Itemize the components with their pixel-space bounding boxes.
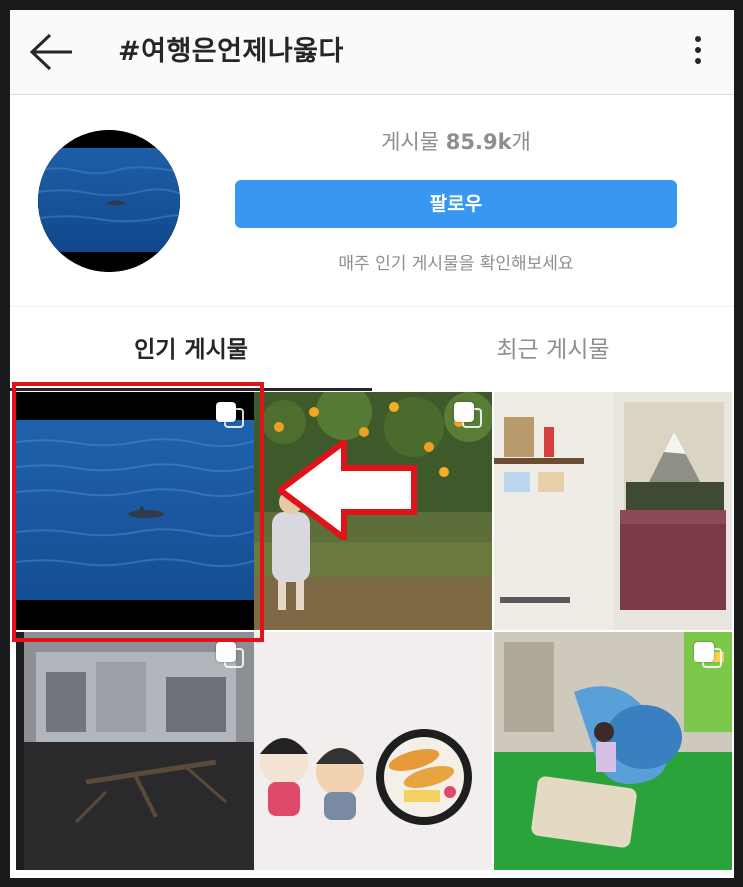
tab-recent-posts[interactable]: 최근 게시물: [372, 310, 734, 390]
posts-count: 게시물 85.9k개: [235, 126, 677, 158]
back-arrow-icon[interactable]: [28, 32, 76, 72]
follow-button[interactable]: 팔로우: [235, 180, 677, 228]
app-frame: #여행은언제나옳다 게시물 85.9k개 팔로우 매주 인기 게시물을 확인해보…: [10, 10, 734, 878]
grid-post-2[interactable]: [254, 392, 492, 630]
multi-image-icon: [216, 642, 244, 670]
top-bar: #여행은언제나옳다: [10, 10, 734, 95]
follow-hint: 매주 인기 게시물을 확인해보세요: [338, 254, 574, 274]
posts-unit: 개: [511, 130, 531, 154]
grid-post-1[interactable]: [16, 392, 254, 630]
grid-post-4[interactable]: [16, 632, 254, 870]
page-title: #여행은언제나옳다: [118, 36, 344, 67]
divider: [10, 306, 734, 307]
hashtag-avatar: [38, 130, 180, 272]
posts-label: 게시물: [381, 130, 440, 154]
posts-count-value: 85.9k: [445, 130, 512, 154]
multi-image-icon: [694, 642, 722, 670]
multi-image-icon: [216, 402, 244, 430]
grid-post-5[interactable]: [254, 632, 492, 870]
more-vertical-icon[interactable]: [692, 36, 704, 72]
grid-post-6[interactable]: [494, 632, 732, 870]
multi-image-icon: [454, 402, 482, 430]
grid-post-3[interactable]: [494, 392, 732, 630]
tab-popular-posts[interactable]: 인기 게시물: [10, 310, 372, 390]
active-tab-indicator: [10, 388, 372, 391]
